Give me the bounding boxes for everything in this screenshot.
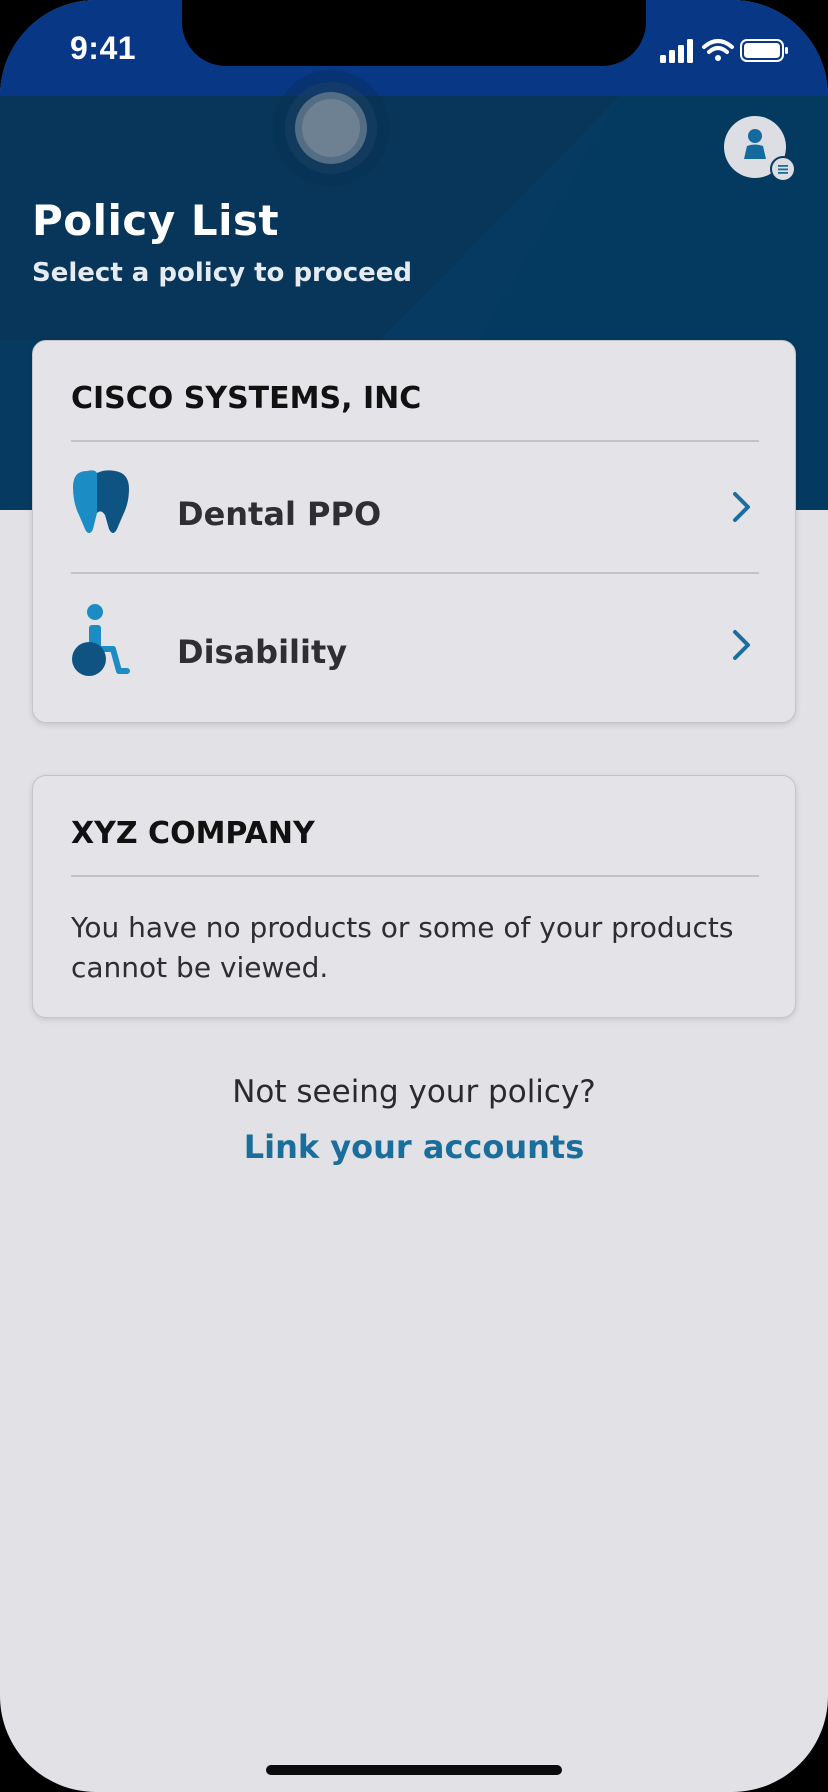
no-products-message: You have no products or some of your pro… bbox=[71, 911, 734, 984]
employer-card-xyz: XYZ COMPANY You have no products or some… bbox=[32, 775, 796, 1018]
divider bbox=[71, 440, 759, 442]
employer-card-cisco: CISCO SYSTEMS, INC Dental PPO Disability bbox=[32, 340, 796, 723]
employer-name: XYZ COMPANY bbox=[71, 816, 315, 851]
page-subtitle: Select a policy to proceed bbox=[32, 258, 413, 288]
status-time: 9:41 bbox=[70, 30, 137, 66]
wheelchair-icon bbox=[72, 604, 130, 676]
employer-name: CISCO SYSTEMS, INC bbox=[71, 381, 422, 416]
menu-badge bbox=[770, 156, 796, 182]
status-icons bbox=[660, 39, 788, 63]
policy-label: Dental PPO bbox=[177, 495, 382, 533]
battery-icon bbox=[740, 39, 788, 62]
policy-label: Disability bbox=[177, 633, 348, 671]
wifi-icon bbox=[702, 39, 734, 61]
cellular-signal-icon bbox=[660, 39, 693, 63]
front-camera-sensor bbox=[273, 70, 389, 186]
chevron-right-icon bbox=[733, 492, 750, 522]
home-indicator[interactable] bbox=[266, 1765, 562, 1775]
app-screen: 9:41 Policy List Select a policy to proc… bbox=[0, 0, 828, 1792]
divider bbox=[71, 875, 759, 877]
not-seeing-policy-text: Not seeing your policy? bbox=[232, 1074, 596, 1110]
divider bbox=[71, 572, 759, 574]
device-notch bbox=[182, 0, 646, 66]
link-accounts-link[interactable]: Link your accounts bbox=[0, 1128, 828, 1166]
policy-row-dental-ppo[interactable]: Dental PPO bbox=[33, 443, 797, 573]
policy-row-disability[interactable]: Disability bbox=[33, 575, 797, 705]
chevron-right-icon bbox=[733, 630, 750, 660]
tooth-icon bbox=[73, 470, 129, 533]
page-title: Policy List bbox=[32, 196, 280, 245]
menu-lines-icon bbox=[778, 165, 788, 174]
